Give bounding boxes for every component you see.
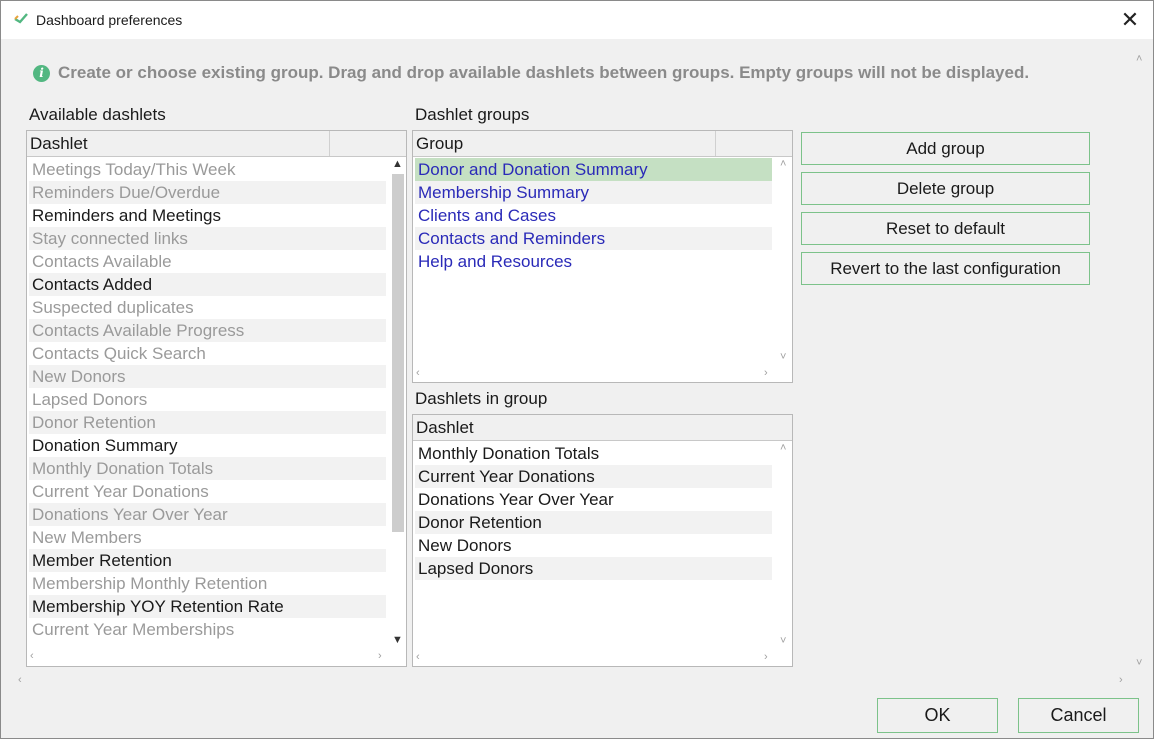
column-divider[interactable] xyxy=(715,131,716,156)
column-divider[interactable] xyxy=(329,131,330,156)
scroll-right-icon[interactable]: › xyxy=(764,651,768,663)
ok-button[interactable]: OK xyxy=(877,698,998,733)
group-dashlet-item[interactable]: Monthly Donation Totals xyxy=(415,442,772,465)
add-group-button[interactable]: Add group xyxy=(801,132,1090,165)
available-dashlet-item[interactable]: Contacts Added xyxy=(29,273,386,296)
available-dashlet-item[interactable]: Lapsed Donors xyxy=(29,388,386,411)
available-dashlet-item[interactable]: New Donors xyxy=(29,365,386,388)
scroll-left-icon[interactable]: ‹ xyxy=(30,650,34,662)
available-horizontal-scrollbar[interactable]: ‹ › xyxy=(27,649,389,665)
available-dashlet-item[interactable]: Monthly Donation Totals xyxy=(29,457,386,480)
scroll-down-icon[interactable]: ▼ xyxy=(392,634,403,646)
scroll-up-icon[interactable]: ˄ xyxy=(780,158,786,170)
scroll-right-icon[interactable]: › xyxy=(378,650,382,662)
dashlets-in-group-table[interactable]: Dashlet Monthly Donation Totals Current Y… xyxy=(412,414,793,667)
window-title: Dashboard preferences xyxy=(36,12,183,28)
scroll-thumb[interactable] xyxy=(392,174,404,532)
available-dashlet-item[interactable]: Reminders Due/Overdue xyxy=(29,181,386,204)
dashlet-group-item[interactable]: Clients and Cases xyxy=(415,204,772,227)
available-dashlet-item[interactable]: Contacts Available Progress xyxy=(29,319,386,342)
dashlets-in-group-list: Monthly Donation Totals Current Year Dona… xyxy=(415,442,772,580)
dashlet-groups-table[interactable]: Group Donor and Donation Summary Membersh… xyxy=(412,130,793,383)
available-dashlet-item[interactable]: Reminders and Meetings xyxy=(29,204,386,227)
scroll-up-icon[interactable]: ▲ xyxy=(392,158,403,170)
group-dashlet-item[interactable]: New Donors xyxy=(415,534,772,557)
available-dashlet-item[interactable]: Contacts Quick Search xyxy=(29,342,386,365)
scroll-down-icon[interactable]: ˅ xyxy=(780,351,786,363)
dialog-vertical-scrollbar[interactable]: ˄ ˅ xyxy=(1133,53,1149,673)
available-dashlets-list: Meetings Today/This Week Reminders Due/Ov… xyxy=(29,158,386,641)
close-icon: ✕ xyxy=(1120,7,1140,32)
dialog-content: i Create or choose existing group. Drag … xyxy=(1,39,1153,738)
available-dashlets-label: Available dashlets xyxy=(29,105,166,124)
scroll-right-icon[interactable]: › xyxy=(764,367,768,379)
dashlet-group-item[interactable]: Contacts and Reminders xyxy=(415,227,772,250)
available-dashlet-item[interactable]: Current Year Memberships xyxy=(29,618,386,641)
group-dashlet-item[interactable]: Donations Year Over Year xyxy=(415,488,772,511)
in-group-horizontal-scrollbar[interactable]: ‹ › xyxy=(413,650,775,666)
available-dashlet-item[interactable]: Meetings Today/This Week xyxy=(29,158,386,181)
group-dashlet-item[interactable]: Lapsed Donors xyxy=(415,557,772,580)
group-dashlet-item[interactable]: Current Year Donations xyxy=(415,465,772,488)
info-icon: i xyxy=(33,64,50,82)
available-dashlet-item[interactable]: Donor Retention xyxy=(29,411,386,434)
available-dashlet-item[interactable]: Membership YOY Retention Rate xyxy=(29,595,386,618)
dashlet-groups-label: Dashlet groups xyxy=(415,105,530,124)
column-header-dashlet[interactable]: Dashlet xyxy=(416,418,474,438)
available-dashlet-item[interactable]: Stay connected links xyxy=(29,227,386,250)
dashlets-in-group-label: Dashlets in group xyxy=(415,389,548,408)
in-group-table-header: Dashlet xyxy=(413,415,792,441)
available-dashlet-item[interactable]: New Members xyxy=(29,526,386,549)
close-button[interactable]: ✕ xyxy=(1107,1,1153,39)
available-dashlet-item[interactable]: Contacts Available xyxy=(29,250,386,273)
cancel-button[interactable]: Cancel xyxy=(1018,698,1139,733)
dialog-window: Dashboard preferences ✕ i Create or choo… xyxy=(0,0,1154,739)
available-dashlet-item[interactable]: Donation Summary xyxy=(29,434,386,457)
scroll-left-icon[interactable]: ‹ xyxy=(416,651,420,663)
available-dashlets-table[interactable]: Dashlet Meetings Today/This Week Reminder… xyxy=(26,130,407,667)
available-dashlet-item[interactable]: Current Year Donations xyxy=(29,480,386,503)
scroll-down-icon[interactable]: ˅ xyxy=(780,635,786,647)
available-dashlet-item[interactable]: Suspected duplicates xyxy=(29,296,386,319)
delete-group-button[interactable]: Delete group xyxy=(801,172,1090,205)
group-dashlet-item[interactable]: Donor Retention xyxy=(415,511,772,534)
available-dashlet-item[interactable]: Membership Monthly Retention xyxy=(29,572,386,595)
dashlet-group-item[interactable]: Help and Resources xyxy=(415,250,772,273)
in-group-vertical-scrollbar[interactable]: ˄ ˅ xyxy=(777,442,793,650)
available-vertical-scrollbar[interactable]: ▲ ▼ xyxy=(389,158,405,649)
available-dashlet-item[interactable]: Donations Year Over Year xyxy=(29,503,386,526)
app-logo-icon xyxy=(14,13,28,24)
scroll-up-icon[interactable]: ˄ xyxy=(780,442,786,454)
groups-vertical-scrollbar[interactable]: ˄ ˅ xyxy=(777,158,793,366)
scroll-left-icon[interactable]: ‹ xyxy=(416,367,420,379)
info-text: Create or choose existing group. Drag an… xyxy=(58,63,1030,82)
scroll-right-icon[interactable]: › xyxy=(1119,674,1123,686)
column-header-group[interactable]: Group xyxy=(416,134,463,154)
reset-to-default-button[interactable]: Reset to default xyxy=(801,212,1090,245)
available-dashlet-item[interactable]: Member Retention xyxy=(29,549,386,572)
info-banner: i Create or choose existing group. Drag … xyxy=(33,63,1029,83)
column-header-dashlet[interactable]: Dashlet xyxy=(30,134,88,154)
scroll-up-icon[interactable]: ˄ xyxy=(1136,53,1142,65)
dashlet-group-item[interactable]: Membership Summary xyxy=(415,181,772,204)
dashlet-group-item[interactable]: Donor and Donation Summary xyxy=(415,158,772,181)
scroll-left-icon[interactable]: ‹ xyxy=(18,674,22,686)
available-table-header: Dashlet xyxy=(27,131,406,157)
groups-horizontal-scrollbar[interactable]: ‹ › xyxy=(413,366,775,382)
dialog-horizontal-scrollbar[interactable]: ‹ › xyxy=(15,673,1133,689)
title-bar: Dashboard preferences ✕ xyxy=(1,1,1153,39)
scroll-down-icon[interactable]: ˅ xyxy=(1136,657,1142,669)
groups-table-header: Group xyxy=(413,131,792,157)
dashlet-groups-list: Donor and Donation Summary Membership Sum… xyxy=(415,158,772,273)
revert-configuration-button[interactable]: Revert to the last configuration xyxy=(801,252,1090,285)
